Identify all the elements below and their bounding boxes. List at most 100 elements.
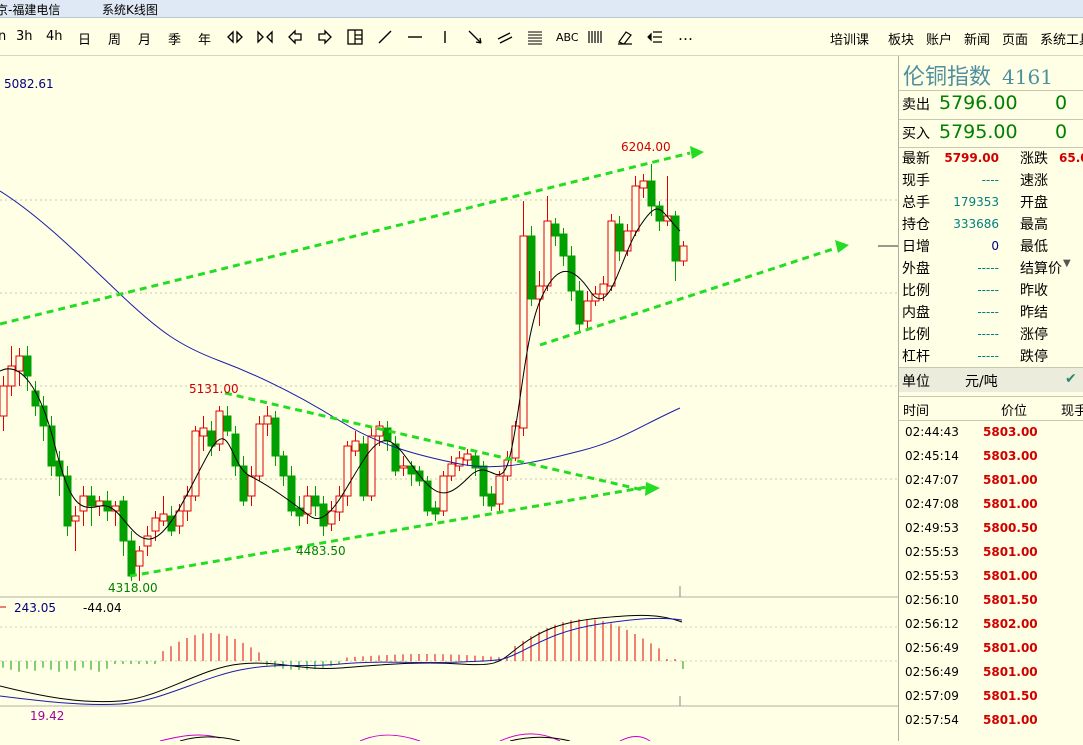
stat-value: 333686 (953, 217, 999, 231)
candle-up (367, 435, 376, 497)
trend-line-lower-channel (539, 246, 837, 347)
stat-value: 179353 (953, 195, 999, 209)
more-button[interactable]: … (678, 26, 693, 44)
tick-row: 02:45:14 5803.00 (899, 448, 1083, 472)
tick-time: 02:47:08 (905, 497, 959, 511)
candle-up (79, 495, 88, 512)
candle-up (151, 517, 160, 532)
tick-row: 02:56:10 5801.50 (899, 592, 1083, 616)
menu-kline[interactable]: 系统K线图 (102, 1, 158, 18)
period-button-day[interactable]: 日 (78, 29, 91, 48)
stat-label: 总手 (902, 195, 930, 211)
candle-up (439, 475, 448, 512)
stat-label: 最新 (902, 151, 930, 167)
settings-lines-icon[interactable] (646, 28, 664, 46)
tick-time: 02:56:49 (905, 665, 959, 679)
period-button-n[interactable]: n (0, 29, 6, 44)
candle-down (87, 495, 96, 507)
candle-down (559, 233, 568, 257)
period-button-month[interactable]: 月 (138, 29, 151, 48)
trend-line-upper-channel (0, 151, 691, 326)
zoom-out-icon[interactable] (256, 28, 274, 46)
tick-price: 5801.50 (983, 593, 1038, 607)
tick-time: 02:56:10 (905, 593, 959, 607)
menu-news[interactable]: 新闻 (964, 29, 990, 48)
candle-up (135, 550, 144, 567)
stat-label: 跌停 (1020, 349, 1048, 365)
candle-up (0, 385, 8, 417)
period-button-4h[interactable]: 4h (46, 29, 63, 44)
stat-value: ----- (977, 327, 999, 341)
ray-line-icon[interactable] (466, 28, 484, 46)
candle-down (551, 223, 560, 237)
fibonacci-icon[interactable] (526, 28, 544, 46)
grid-icon[interactable] (586, 28, 604, 46)
annotation-low: 4318.00 (108, 581, 158, 595)
eraser-icon[interactable] (616, 28, 634, 46)
menu-account[interactable]: 账户 (926, 29, 952, 48)
stat-value: ----- (977, 305, 999, 319)
scroll-left-icon[interactable] (286, 28, 304, 46)
stat-label: 日增 (902, 239, 930, 255)
stat-label: 持仓 (902, 217, 930, 233)
period-button-3h[interactable]: 3h (16, 29, 33, 44)
buy-label: 买入 (902, 126, 930, 142)
candle-down (295, 507, 304, 517)
stat-label: 涨跌 (1020, 151, 1048, 167)
candle-up (583, 300, 592, 322)
tick-price: 5801.00 (983, 665, 1038, 679)
candle-down (423, 480, 432, 512)
kline-chart[interactable]: 6204.00 5131.00 4483.50 4318.00 5082.61 … (0, 56, 898, 742)
menu-sector[interactable]: 板块 (888, 29, 914, 48)
tick-price: 5801.00 (983, 713, 1038, 727)
tick-price: 5801.00 (983, 545, 1038, 559)
layout-icon[interactable] (346, 28, 364, 46)
candle-down (279, 455, 288, 477)
parallel-lines-icon[interactable] (496, 28, 514, 46)
zoom-in-icon[interactable] (226, 28, 244, 46)
stat-label: 结算价 (1020, 261, 1062, 277)
tick-time: 02:45:14 (905, 449, 959, 463)
candle-up (631, 185, 640, 232)
tick-price: 5801.00 (983, 497, 1038, 511)
menu-training[interactable]: 培训课 (830, 29, 869, 48)
trend-arrowheads (645, 146, 849, 496)
stat-label: 最低 (1020, 239, 1048, 255)
tick-time: 02:56:49 (905, 641, 959, 655)
candle-down (127, 540, 136, 577)
tick-price: 5803.00 (983, 425, 1038, 439)
settlement-dropdown-icon[interactable]: ▼ (1063, 258, 1071, 269)
horizontal-line-icon[interactable] (406, 28, 424, 46)
tick-row: 02:57:09 5801.50 (899, 688, 1083, 712)
checkmark-icon[interactable]: ✔ (1065, 371, 1077, 387)
period-button-quarter[interactable]: 季 (168, 29, 181, 48)
toolbar: n 3h 4h 日 周 月 季 年 ABC … 培训课 板块 账户 新闻 页面 … (0, 18, 1083, 56)
draw-line-icon[interactable] (376, 28, 394, 46)
tick-time: 02:49:53 (905, 521, 959, 535)
text-tool-button[interactable]: ABC (556, 31, 579, 44)
stat-label: 速涨 (1020, 173, 1048, 189)
candle-up (639, 180, 648, 189)
stat-label: 开盘 (1020, 195, 1048, 211)
stat-label: 杠杆 (902, 349, 930, 365)
candle-up (191, 430, 200, 497)
stat-label: 涨停 (1020, 327, 1048, 343)
menu-page[interactable]: 页面 (1002, 29, 1028, 48)
tick-price: 5801.00 (983, 641, 1038, 655)
vertical-line-icon[interactable] (436, 28, 454, 46)
window-titlebar: 京-福建电信 系统K线图 (0, 0, 1083, 18)
period-button-year[interactable]: 年 (198, 29, 211, 48)
candle-down (271, 417, 280, 457)
annotation-local-high: 5131.00 (189, 382, 239, 396)
stat-value: ---- (981, 173, 999, 187)
tick-time: 02:57:54 (905, 713, 959, 727)
period-button-week[interactable]: 周 (108, 29, 121, 48)
tick-price: 5802.00 (983, 617, 1038, 631)
unit-value: 元/吨 (965, 374, 998, 390)
scroll-right-icon[interactable] (316, 28, 334, 46)
candle-up (607, 220, 616, 287)
candle-up (263, 415, 272, 425)
candle-down (647, 180, 656, 207)
kline-chart-area[interactable]: 6204.00 5131.00 4483.50 4318.00 5082.61 … (0, 56, 898, 742)
menu-system-tools[interactable]: 系统工具 (1040, 29, 1083, 48)
